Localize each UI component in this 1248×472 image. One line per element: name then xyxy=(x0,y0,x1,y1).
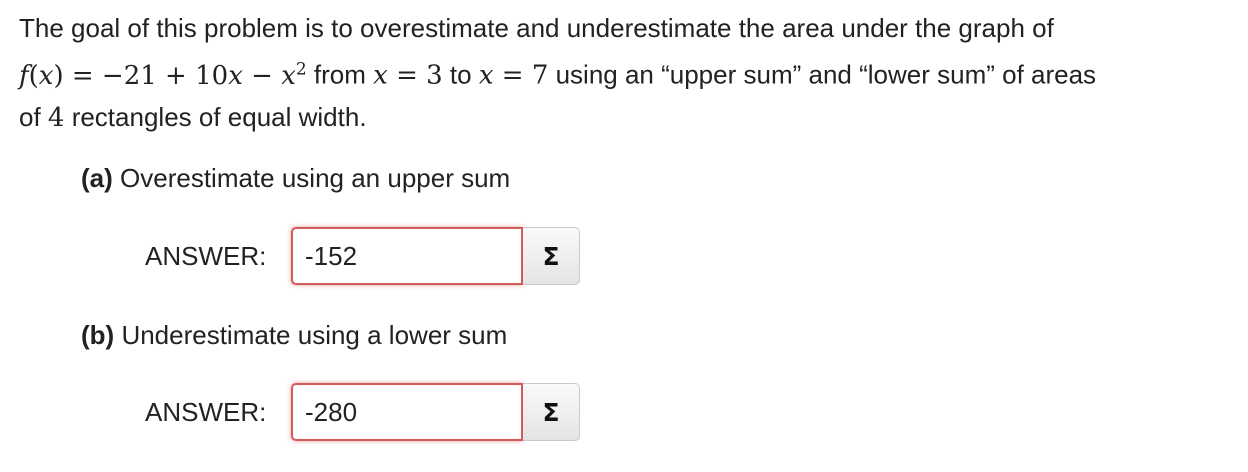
after-bounds-text: using an “upper sum” and “lower sum” of … xyxy=(548,59,1097,90)
sigma-icon: Σ xyxy=(542,241,560,271)
part-b-letter: (b) xyxy=(81,320,115,350)
part-a-sigma-button[interactable]: Σ xyxy=(523,227,580,285)
part-a-prompt: Overestimate using an upper sum xyxy=(120,163,511,193)
from-text: from xyxy=(306,59,374,90)
to-text: to xyxy=(442,59,479,90)
of-text: of xyxy=(19,101,48,132)
lower-bound: x = 3 xyxy=(373,60,443,91)
part-a-letter: (a) xyxy=(81,163,113,193)
upper-bound: x = 7 xyxy=(478,60,549,91)
part-a-title: (a) Overestimate using an upper sum xyxy=(81,162,510,194)
sigma-icon: Σ xyxy=(542,397,560,427)
function-expression: f(x) = −21 + 10x − x2 xyxy=(19,59,307,91)
rectangle-count: 4 xyxy=(47,102,65,133)
part-b-answer-row: ANSWER: Σ xyxy=(145,382,580,442)
part-b-sigma-button[interactable]: Σ xyxy=(523,383,580,441)
part-b-answer-label: ANSWER: xyxy=(145,396,267,427)
problem-statement: The goal of this problem is to overestim… xyxy=(19,8,1244,139)
part-a-answer-label: ANSWER: xyxy=(145,240,267,271)
part-b-prompt: Underestimate using a lower sum xyxy=(121,320,508,350)
end-text: rectangles of equal width. xyxy=(64,101,367,132)
part-a-answer-row: ANSWER: Σ xyxy=(145,226,580,286)
part-b-answer-box: Σ xyxy=(291,383,580,441)
part-a-answer-box: Σ xyxy=(291,227,580,285)
part-a-answer-input[interactable] xyxy=(291,227,523,285)
part-b-answer-input[interactable] xyxy=(291,383,523,441)
problem-intro: The goal of this problem is to overestim… xyxy=(19,13,1054,43)
part-b-title: (b) Underestimate using a lower sum xyxy=(81,319,507,351)
